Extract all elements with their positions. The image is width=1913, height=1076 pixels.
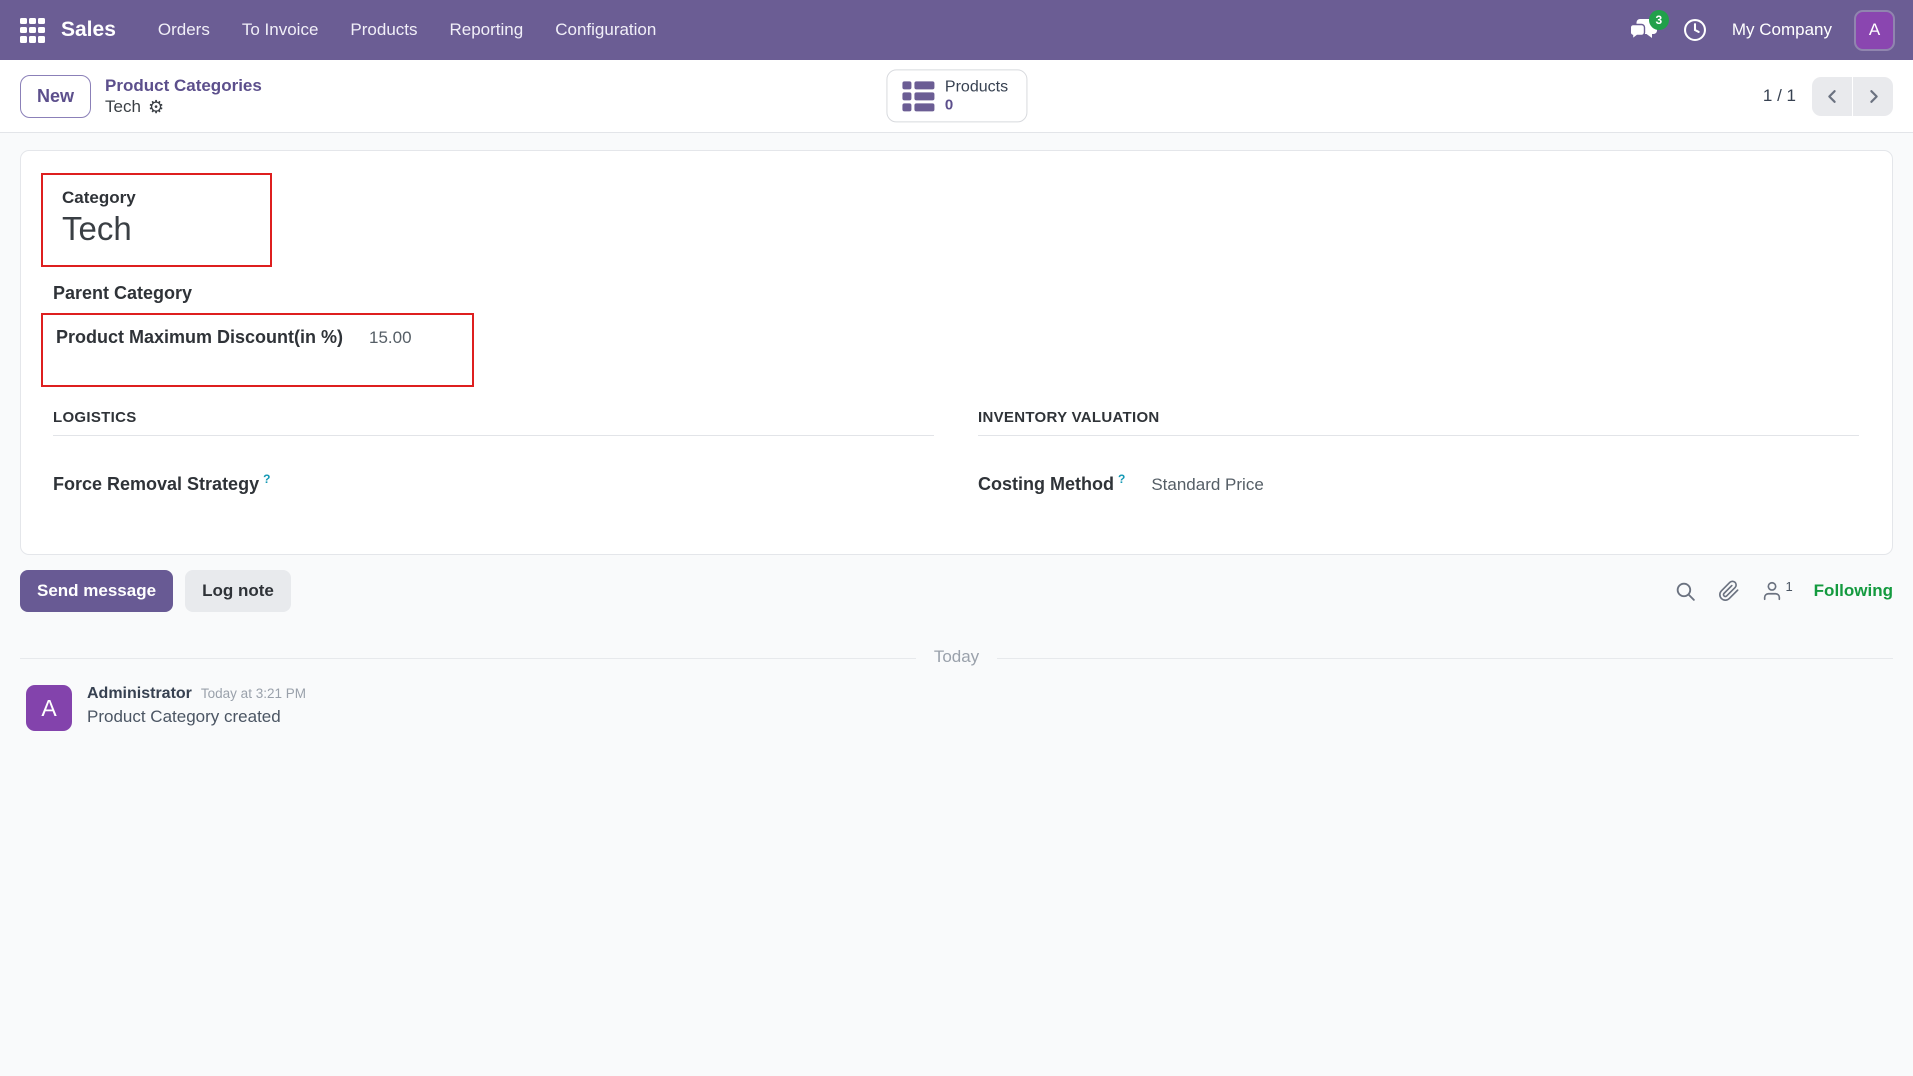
messages-icon[interactable]: 3: [1629, 18, 1658, 42]
logistics-section-title: LOGISTICS: [53, 409, 934, 436]
clock-icon: [1682, 17, 1708, 43]
apps-grid-icon[interactable]: [20, 18, 45, 43]
chatter-toolbar: Send message Log note 1 Following: [20, 570, 1893, 612]
inventory-valuation-title: INVENTORY VALUATION: [978, 409, 1859, 436]
date-divider-label: Today: [916, 647, 997, 666]
paperclip-icon: [1718, 580, 1740, 602]
pager-previous-button[interactable]: [1812, 77, 1852, 116]
breadcrumb-product-categories[interactable]: Product Categories: [105, 75, 262, 96]
force-removal-row: Force Removal Strategy ?: [53, 474, 934, 495]
log-note-button[interactable]: Log note: [185, 570, 291, 612]
message-timestamp: Today at 3:21 PM: [201, 686, 306, 701]
search-messages-button[interactable]: [1674, 580, 1697, 603]
nav-item-to-invoice[interactable]: To Invoice: [242, 20, 319, 40]
costing-method-label: Costing Method: [978, 474, 1114, 495]
nav-item-products[interactable]: Products: [350, 20, 417, 40]
breadcrumb: Product Categories Tech ⚙: [105, 75, 262, 118]
message-body: Product Category created: [87, 707, 306, 727]
user-avatar[interactable]: A: [1856, 12, 1893, 49]
form-sheet: Category Tech Parent Category Product Ma…: [20, 150, 1893, 555]
pager-buttons: [1812, 77, 1893, 116]
help-tooltip-icon[interactable]: ?: [263, 472, 270, 486]
pager-counter: 1 / 1: [1763, 86, 1796, 106]
costing-method-row: Costing Method ? Standard Price: [978, 474, 1859, 495]
max-discount-label: Product Maximum Discount(in %): [56, 327, 343, 348]
chevron-right-icon: [1865, 88, 1882, 105]
chevron-left-icon: [1824, 88, 1841, 105]
message-header: Administrator Today at 3:21 PM: [87, 685, 306, 703]
parent-category-label: Parent Category: [53, 283, 1892, 304]
discount-highlight-box: Product Maximum Discount(in %) 15.00: [41, 313, 474, 387]
pager: 1 / 1: [1763, 77, 1893, 116]
nav-item-configuration[interactable]: Configuration: [555, 20, 656, 40]
attach-files-button[interactable]: [1718, 580, 1740, 602]
search-icon: [1674, 580, 1697, 603]
followers-button[interactable]: 1: [1761, 580, 1792, 602]
follower-count: 1: [1785, 580, 1792, 593]
message-author: Administrator: [87, 685, 192, 703]
follower-person-icon: [1761, 580, 1783, 602]
message-content: Administrator Today at 3:21 PM Product C…: [87, 685, 306, 731]
inventory-valuation-section: INVENTORY VALUATION Costing Method ? Sta…: [978, 409, 1859, 495]
force-removal-label: Force Removal Strategy: [53, 474, 259, 495]
logistics-section: LOGISTICS Force Removal Strategy ?: [53, 409, 934, 495]
date-divider: Today: [20, 658, 1893, 659]
breadcrumb-current-row: Tech ⚙: [105, 96, 262, 117]
message-author-avatar: A: [26, 685, 72, 731]
smart-button-text: Products 0: [945, 77, 1008, 114]
gear-icon[interactable]: ⚙: [148, 98, 164, 116]
chatter-icons: 1 Following: [1674, 580, 1893, 603]
chatter: Send message Log note 1 Following: [0, 570, 1913, 731]
control-panel: New Product Categories Tech ⚙ Products 0…: [0, 60, 1913, 133]
app-name-sales[interactable]: Sales: [61, 18, 116, 42]
nav-right-group: 3 My Company A: [1629, 12, 1893, 49]
nav-item-reporting[interactable]: Reporting: [450, 20, 524, 40]
following-toggle-button[interactable]: Following: [1814, 581, 1893, 601]
activities-icon[interactable]: [1682, 17, 1708, 43]
new-button[interactable]: New: [20, 75, 91, 118]
form-sections: LOGISTICS Force Removal Strategy ? INVEN…: [53, 409, 1880, 495]
products-smart-button[interactable]: Products 0: [886, 69, 1027, 122]
breadcrumb-current: Tech: [105, 96, 141, 117]
category-highlight-box: Category Tech: [41, 173, 272, 267]
chatter-message: A Administrator Today at 3:21 PM Product…: [20, 685, 1893, 731]
unread-count-badge: 3: [1649, 10, 1669, 30]
max-discount-input[interactable]: 15.00: [369, 328, 412, 348]
help-tooltip-icon[interactable]: ?: [1118, 472, 1125, 486]
smart-button-label: Products: [945, 77, 1008, 96]
list-view-icon: [902, 81, 934, 111]
content-area: Category Tech Parent Category Product Ma…: [0, 133, 1913, 555]
category-label: Category: [62, 188, 270, 208]
smart-button-count: 0: [945, 97, 953, 115]
nav-item-orders[interactable]: Orders: [158, 20, 210, 40]
top-navbar: Sales Orders To Invoice Products Reporti…: [0, 0, 1913, 60]
category-name-input[interactable]: Tech: [62, 210, 270, 248]
costing-method-value[interactable]: Standard Price: [1151, 475, 1263, 495]
pager-next-button[interactable]: [1853, 77, 1893, 116]
company-switcher[interactable]: My Company: [1732, 20, 1832, 40]
send-message-button[interactable]: Send message: [20, 570, 173, 612]
